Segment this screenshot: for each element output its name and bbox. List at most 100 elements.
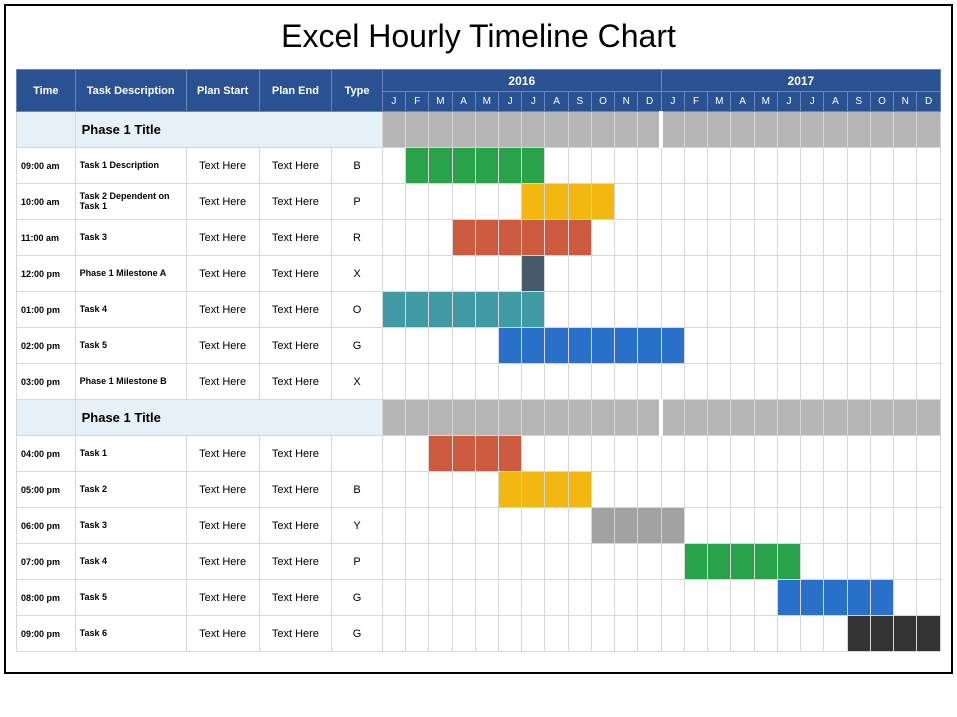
gantt-cell (406, 508, 429, 544)
type-cell: B (332, 148, 383, 184)
gantt-cell (522, 184, 545, 220)
table-row: Phase 1 Title (17, 400, 941, 436)
gantt-cell (684, 400, 707, 436)
header-time: Time (17, 70, 76, 112)
gantt-cell (382, 256, 405, 292)
gantt-cell (684, 328, 707, 364)
gantt-cell (754, 220, 777, 256)
gantt-cell (452, 616, 475, 652)
desc-cell: Task 2 Dependent on Task 1 (75, 184, 186, 220)
gantt-cell (498, 400, 521, 436)
gantt-cell (498, 544, 521, 580)
phase-label: Phase 1 Title (75, 400, 382, 436)
table-row: 12:00 pmPhase 1 Milestone AText HereText… (17, 256, 941, 292)
gantt-cell (545, 544, 568, 580)
desc-cell: Task 6 (75, 616, 186, 652)
gantt-cell (591, 616, 614, 652)
gantt-cell (498, 580, 521, 616)
plan-start-cell: Text Here (186, 544, 259, 580)
gantt-cell (777, 364, 800, 400)
gantt-cell (498, 472, 521, 508)
header-month: F (406, 92, 429, 112)
desc-cell: Task 3 (75, 220, 186, 256)
gantt-cell (754, 400, 777, 436)
gantt-cell (870, 436, 893, 472)
gantt-cell (917, 508, 941, 544)
gantt-cell (498, 616, 521, 652)
gantt-cell (824, 220, 847, 256)
gantt-cell (754, 544, 777, 580)
gantt-cell (870, 148, 893, 184)
gantt-cell (475, 292, 498, 328)
header-month: S (568, 92, 591, 112)
gantt-cell (591, 112, 614, 148)
gantt-cell (568, 580, 591, 616)
gantt-cell (661, 328, 684, 364)
type-cell: R (332, 220, 383, 256)
header-month: J (661, 92, 684, 112)
gantt-cell (777, 508, 800, 544)
plan-end-cell: Text Here (259, 148, 332, 184)
gantt-cell (684, 112, 707, 148)
gantt-cell (406, 184, 429, 220)
gantt-cell (545, 148, 568, 184)
type-cell: X (332, 256, 383, 292)
gantt-cell (870, 400, 893, 436)
desc-cell: Task 5 (75, 328, 186, 364)
gantt-cell (452, 544, 475, 580)
gantt-cell (568, 220, 591, 256)
table-row: 02:00 pmTask 5Text HereText HereG (17, 328, 941, 364)
time-cell: 07:00 pm (17, 544, 76, 580)
gantt-cell (917, 292, 941, 328)
desc-cell: Task 1 Description (75, 148, 186, 184)
plan-start-cell: Text Here (186, 148, 259, 184)
gantt-cell (801, 544, 824, 580)
gantt-cell (801, 184, 824, 220)
gantt-cell (894, 364, 917, 400)
gantt-cell (731, 112, 754, 148)
gantt-cell (382, 148, 405, 184)
gantt-cell (661, 508, 684, 544)
gantt-cell (708, 184, 731, 220)
gantt-cell (917, 616, 941, 652)
table-row: 09:00 pmTask 6Text HereText HereG (17, 616, 941, 652)
gantt-cell (684, 580, 707, 616)
gantt-cell (847, 256, 870, 292)
gantt-cell (615, 328, 638, 364)
gantt-cell (824, 580, 847, 616)
gantt-cell (708, 472, 731, 508)
gantt-cell (824, 508, 847, 544)
gantt-cell (824, 256, 847, 292)
desc-cell: Task 3 (75, 508, 186, 544)
gantt-cell (917, 328, 941, 364)
gantt-cell (429, 256, 452, 292)
gantt-cell (475, 112, 498, 148)
plan-end-cell: Text Here (259, 292, 332, 328)
gantt-cell (894, 148, 917, 184)
plan-end-cell: Text Here (259, 220, 332, 256)
gantt-cell (522, 472, 545, 508)
gantt-cell (452, 508, 475, 544)
gantt-cell (847, 616, 870, 652)
plan-end-cell: Text Here (259, 616, 332, 652)
gantt-cell (917, 184, 941, 220)
header-month: O (870, 92, 893, 112)
gantt-cell (777, 616, 800, 652)
table-row: 07:00 pmTask 4Text HereText HereP (17, 544, 941, 580)
header-month: D (638, 92, 661, 112)
gantt-cell (801, 436, 824, 472)
gantt-cell (382, 364, 405, 400)
type-cell: X (332, 364, 383, 400)
gantt-cell (522, 400, 545, 436)
type-cell: B (332, 472, 383, 508)
gantt-cell (545, 580, 568, 616)
phase-time-cell (17, 112, 76, 148)
gantt-cell (568, 436, 591, 472)
gantt-cell (382, 292, 405, 328)
gantt-cell (847, 184, 870, 220)
desc-cell: Phase 1 Milestone A (75, 256, 186, 292)
gantt-cell (568, 148, 591, 184)
gantt-cell (406, 256, 429, 292)
gantt-cell (522, 220, 545, 256)
gantt-cell (731, 544, 754, 580)
